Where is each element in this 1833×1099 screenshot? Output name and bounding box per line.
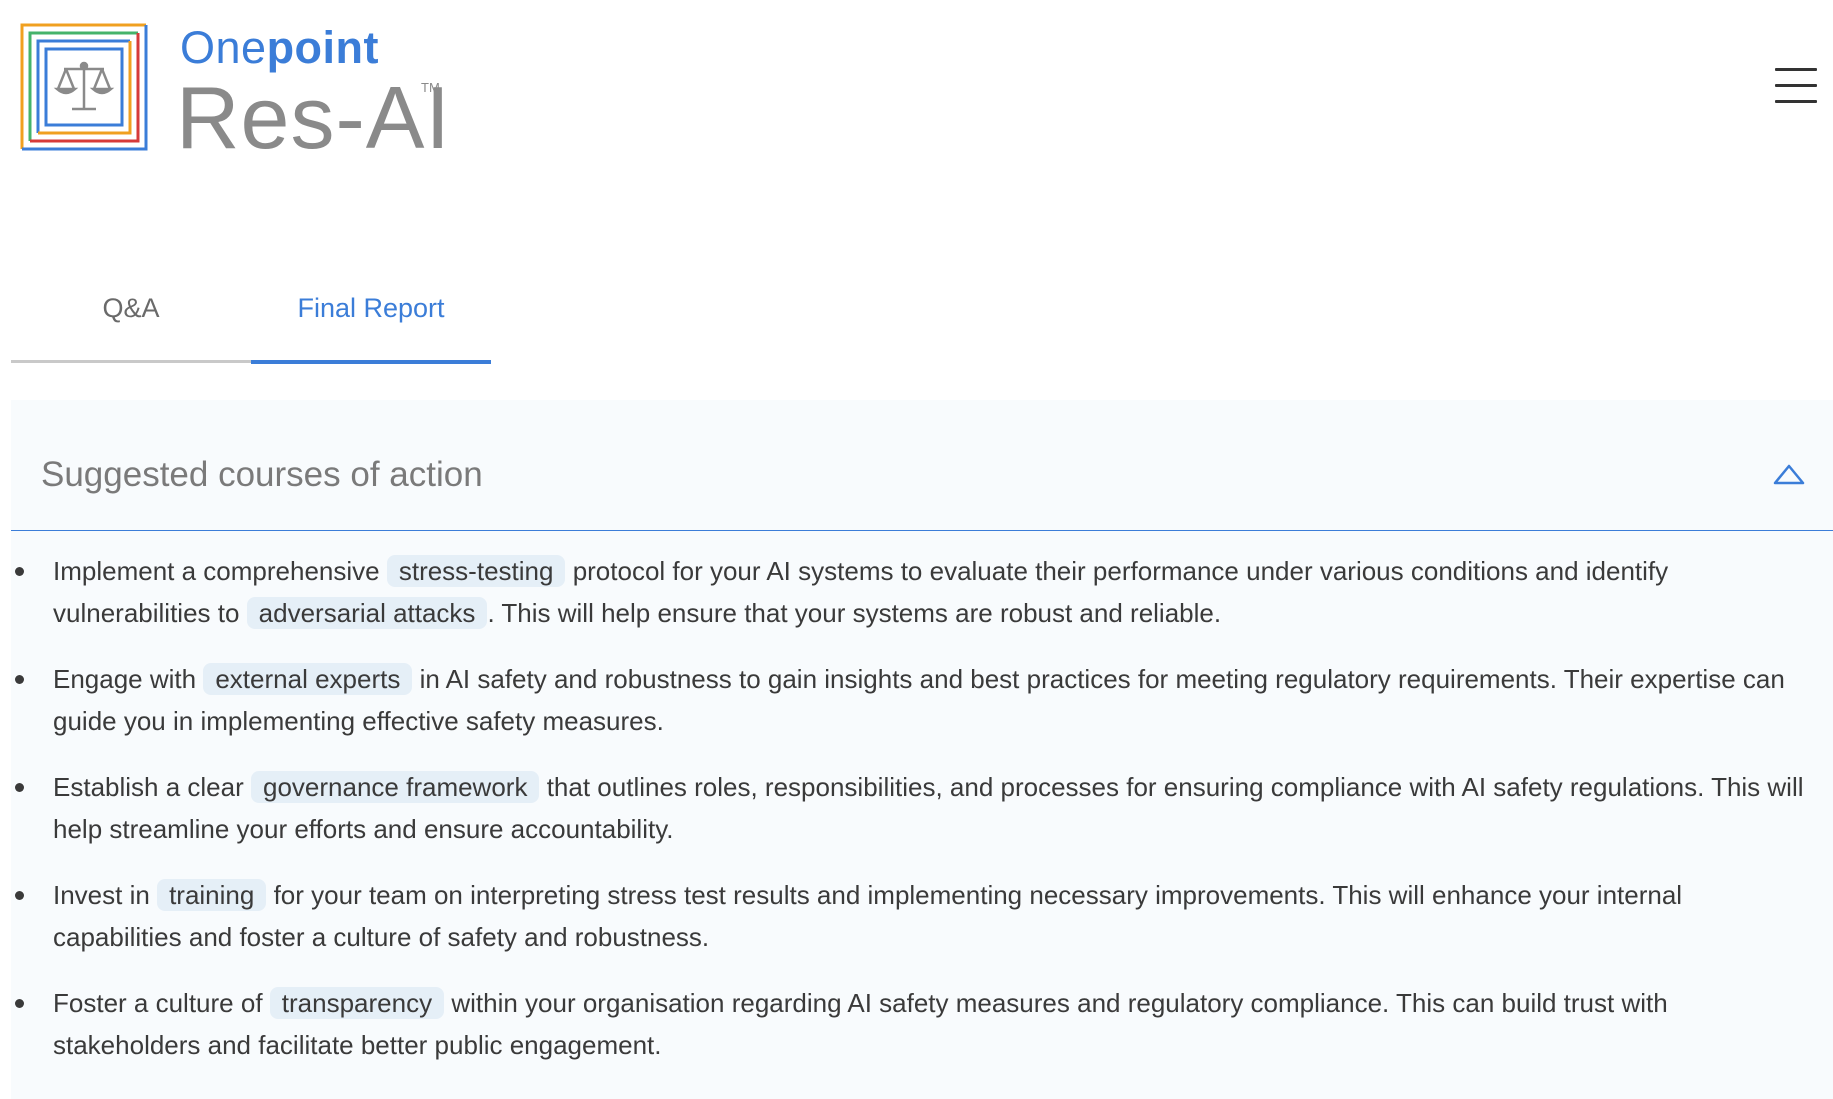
tab-bar: Q&A Final Report [11, 272, 491, 364]
company-name-bold: point [266, 22, 380, 73]
action-list: Implement a comprehensive stress-testing… [11, 550, 1811, 1090]
bullet-icon [15, 999, 24, 1008]
menu-line [1775, 68, 1817, 71]
keyword-tag: external experts [203, 663, 413, 695]
list-item: Foster a culture of transparency within … [11, 982, 1811, 1066]
tab-final-report[interactable]: Final Report [251, 272, 491, 364]
item-text: Implement a comprehensive [53, 556, 380, 586]
keyword-tag: governance framework [251, 771, 540, 803]
product-name: Res-AI [176, 68, 451, 167]
menu-line [1775, 84, 1817, 87]
tab-qa[interactable]: Q&A [11, 272, 251, 363]
item-text: for your team on interpreting stress tes… [53, 880, 1683, 952]
list-item: Invest in training for your team on inte… [11, 874, 1811, 958]
company-name-light: One [180, 22, 267, 73]
keyword-tag: adversarial attacks [246, 597, 488, 629]
app-header: Onepoint Res-AI TM [0, 0, 1833, 170]
hamburger-menu-icon[interactable] [1775, 68, 1817, 106]
item-text: Invest in [53, 880, 150, 910]
item-text: Establish a clear [53, 772, 244, 802]
item-text: . This will help ensure that your system… [487, 598, 1222, 628]
suggested-actions-panel: Suggested courses of action Implement a … [11, 400, 1833, 1099]
list-item: Engage with external experts in AI safet… [11, 658, 1811, 742]
bullet-icon [15, 783, 24, 792]
menu-line [1775, 100, 1817, 103]
keyword-tag: stress-testing [386, 555, 566, 587]
panel-header[interactable]: Suggested courses of action [11, 400, 1833, 531]
keyword-tag: transparency [269, 987, 445, 1019]
list-item: Establish a clear governance framework t… [11, 766, 1811, 850]
chevron-up-icon[interactable] [1773, 462, 1805, 486]
bullet-icon [15, 891, 24, 900]
list-item: Implement a comprehensive stress-testing… [11, 550, 1811, 634]
scales-of-justice-icon [20, 23, 148, 151]
bullet-icon [15, 675, 24, 684]
item-text: Engage with [53, 664, 197, 694]
trademark-mark: TM [421, 80, 440, 95]
bullet-icon [15, 567, 24, 576]
keyword-tag: training [157, 879, 267, 911]
panel-title: Suggested courses of action [41, 455, 483, 494]
item-text: Foster a culture of [53, 988, 263, 1018]
